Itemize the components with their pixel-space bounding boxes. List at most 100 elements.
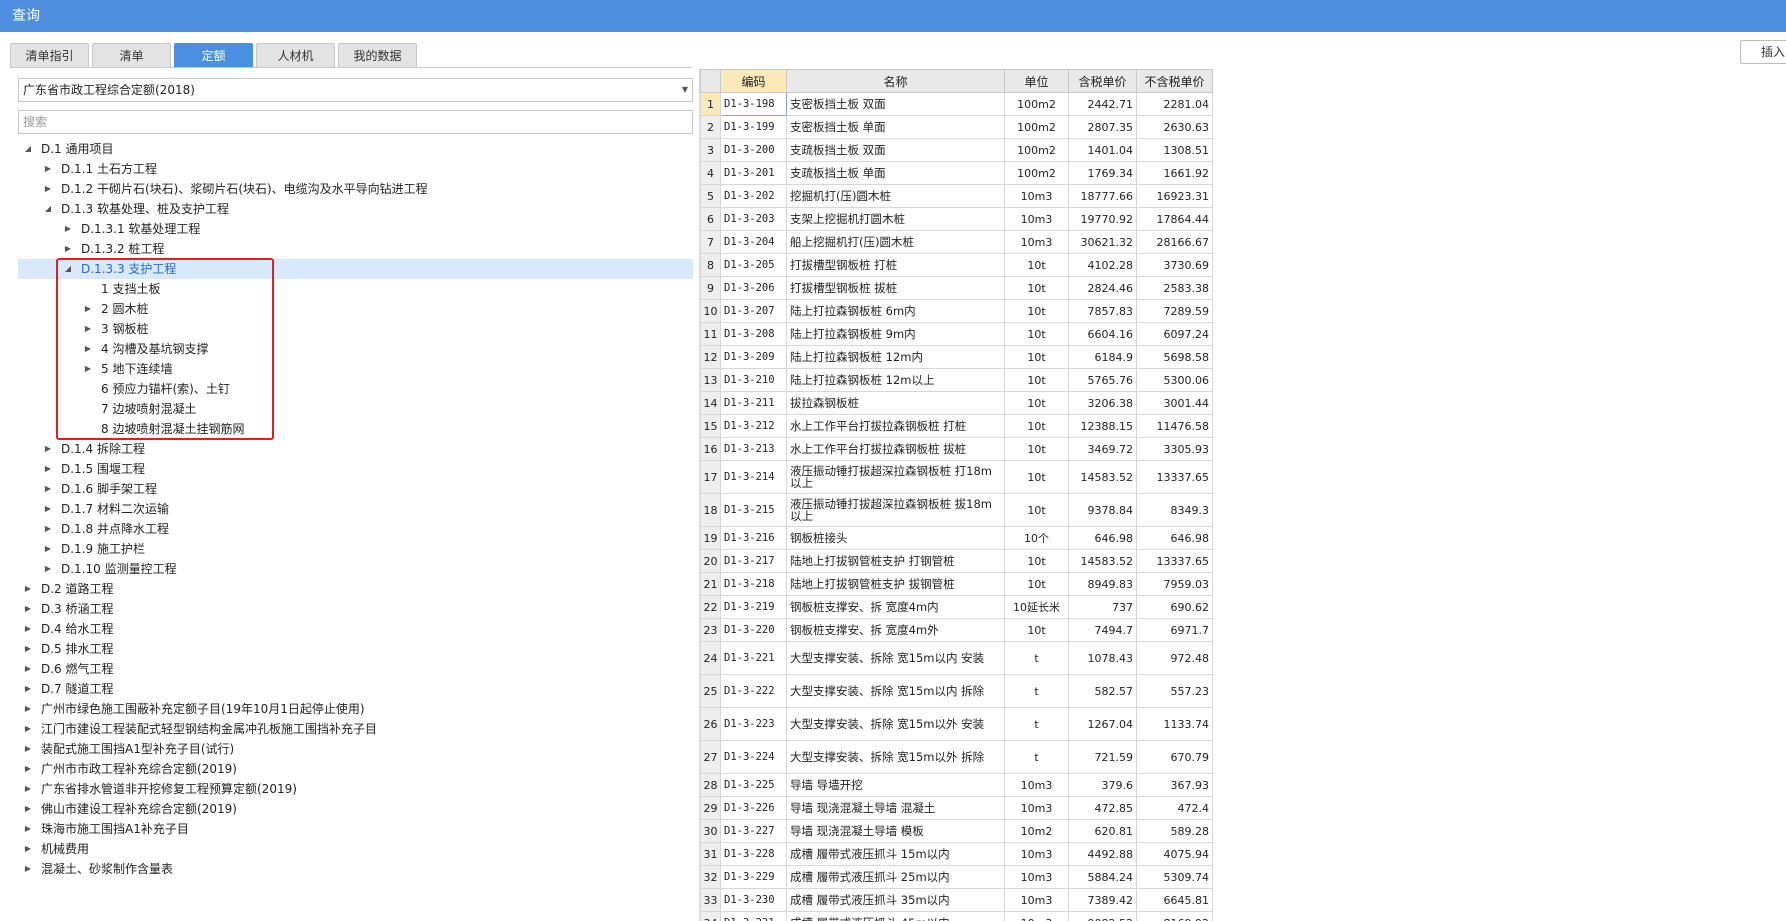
tree-node[interactable]: ▶ D.1.3.1 软基处理工程 bbox=[18, 219, 693, 239]
tree-node[interactable]: ▶ D.1.5 围堰工程 bbox=[18, 459, 693, 479]
name-cell[interactable]: 导墙 导墙开挖 bbox=[786, 773, 1005, 797]
collapsed-arrow-icon[interactable]: ▶ bbox=[82, 319, 94, 339]
expanded-arrow-icon[interactable]: ◢ bbox=[42, 199, 54, 219]
collapsed-arrow-icon[interactable]: ▶ bbox=[22, 679, 34, 699]
table-row[interactable]: 27 D1-3-224 大型支撑安装、拆除 宽15m以外 拆除 t 721.59 670.… bbox=[700, 740, 1213, 774]
unit-cell[interactable]: 10t bbox=[1004, 549, 1069, 573]
collapsed-arrow-icon[interactable]: ▶ bbox=[62, 239, 74, 259]
tree-node[interactable]: ▶ D.7 隧道工程 bbox=[18, 679, 693, 699]
name-cell[interactable]: 钢板桩接头 bbox=[786, 526, 1005, 550]
unit-cell[interactable]: 10个 bbox=[1004, 526, 1069, 550]
unit-cell[interactable]: 100m2 bbox=[1004, 92, 1069, 116]
price-no-tax-cell[interactable]: 3305.93 bbox=[1136, 437, 1213, 461]
price-tax-cell[interactable]: 5884.24 bbox=[1068, 865, 1137, 889]
code-cell[interactable]: D1-3-201 bbox=[720, 161, 787, 185]
column-header-price-tax[interactable]: 含税单价 bbox=[1068, 69, 1137, 93]
price-tax-cell[interactable]: 1267.04 bbox=[1068, 707, 1137, 741]
table-row[interactable]: 15 D1-3-212 水上工作平台打拔拉森钢板桩 打桩 10t 12388.15 114… bbox=[700, 414, 1213, 438]
name-cell[interactable]: 大型支撑安装、拆除 宽15m以内 安装 bbox=[786, 641, 1005, 675]
collapsed-arrow-icon[interactable]: ▶ bbox=[22, 779, 34, 799]
tree-node[interactable]: ▶ 混凝土、砂浆制作含量表 bbox=[18, 859, 693, 879]
tree-node[interactable]: ▶ 广东省排水管道非开挖修复工程预算定额(2019) bbox=[18, 779, 693, 799]
unit-cell[interactable]: 10m3 bbox=[1004, 911, 1069, 921]
price-no-tax-cell[interactable]: 17864.44 bbox=[1136, 207, 1213, 231]
name-cell[interactable]: 船上挖掘机打(压)圆木桩 bbox=[786, 230, 1005, 254]
code-cell[interactable]: D1-3-205 bbox=[720, 253, 787, 277]
price-tax-cell[interactable]: 12388.15 bbox=[1068, 414, 1137, 438]
unit-cell[interactable]: 10m3 bbox=[1004, 888, 1069, 912]
unit-cell[interactable]: 100m2 bbox=[1004, 161, 1069, 185]
unit-cell[interactable]: 10t bbox=[1004, 299, 1069, 323]
table-row[interactable]: 28 D1-3-225 导墙 导墙开挖 10m3 379.6 367.93 bbox=[700, 773, 1213, 797]
price-tax-cell[interactable]: 1769.34 bbox=[1068, 161, 1137, 185]
price-no-tax-cell[interactable]: 690.62 bbox=[1136, 595, 1213, 619]
table-row[interactable]: 22 D1-3-219 钢板桩支撑安、拆 宽度4m内 10延长米 737 690.62 bbox=[700, 595, 1213, 619]
tree-node[interactable]: 6 预应力锚杆(索)、土钉 bbox=[18, 379, 693, 399]
table-row[interactable]: 10 D1-3-207 陆上打拉森钢板桩 6m内 10t 7857.83 7289.59 bbox=[700, 299, 1213, 323]
name-cell[interactable]: 钢板桩支撑安、拆 宽度4m外 bbox=[786, 618, 1005, 642]
tree-node[interactable]: ◢ D.1.3.3 支护工程 bbox=[18, 259, 693, 279]
price-tax-cell[interactable]: 6604.16 bbox=[1068, 322, 1137, 346]
table-row[interactable]: 7 D1-3-204 船上挖掘机打(压)圆木桩 10m3 30621.32 28166.6… bbox=[700, 230, 1213, 254]
code-cell[interactable]: D1-3-199 bbox=[720, 115, 787, 139]
tree-node[interactable]: ▶ D.1.6 脚手架工程 bbox=[18, 479, 693, 499]
price-tax-cell[interactable]: 3206.38 bbox=[1068, 391, 1137, 415]
tree-node[interactable]: ▶ D.1.4 拆除工程 bbox=[18, 439, 693, 459]
price-tax-cell[interactable]: 7389.42 bbox=[1068, 888, 1137, 912]
price-no-tax-cell[interactable]: 1308.51 bbox=[1136, 138, 1213, 162]
price-no-tax-cell[interactable]: 13337.65 bbox=[1136, 460, 1213, 494]
unit-cell[interactable]: 10m3 bbox=[1004, 842, 1069, 866]
collapsed-arrow-icon[interactable]: ▶ bbox=[42, 479, 54, 499]
unit-cell[interactable]: 10m3 bbox=[1004, 184, 1069, 208]
table-row[interactable]: 3 D1-3-200 支疏板挡土板 双面 100m2 1401.04 1308.51 bbox=[700, 138, 1213, 162]
unit-cell[interactable]: 10t bbox=[1004, 322, 1069, 346]
unit-cell[interactable]: 10m3 bbox=[1004, 796, 1069, 820]
code-cell[interactable]: D1-3-203 bbox=[720, 207, 787, 231]
tree-node[interactable]: ▶ 江门市建设工程装配式轻型钢结构金属冲孔板施工围挡补充子目 bbox=[18, 719, 693, 739]
code-cell[interactable]: D1-3-222 bbox=[720, 674, 787, 708]
table-row[interactable]: 34D1-3-231成槽 履带式液压抓斗 45m以内10m39082.52816… bbox=[700, 911, 1213, 921]
table-row[interactable]: 31 D1-3-228 成槽 履带式液压抓斗 15m以内 10m3 4492.88 407… bbox=[700, 842, 1213, 866]
collapsed-arrow-icon[interactable]: ▶ bbox=[22, 839, 34, 859]
collapsed-arrow-icon[interactable]: ▶ bbox=[42, 459, 54, 479]
name-cell[interactable]: 支密板挡土板 单面 bbox=[786, 115, 1005, 139]
unit-cell[interactable]: t bbox=[1004, 707, 1069, 741]
unit-cell[interactable]: t bbox=[1004, 740, 1069, 774]
price-no-tax-cell[interactable]: 2583.38 bbox=[1136, 276, 1213, 300]
name-cell[interactable]: 打拔槽型钢板桩 拔桩 bbox=[786, 276, 1005, 300]
name-cell[interactable]: 拔拉森钢板桩 bbox=[786, 391, 1005, 415]
code-cell[interactable]: D1-3-202 bbox=[720, 184, 787, 208]
table-row[interactable]: 23 D1-3-220 钢板桩支撑安、拆 宽度4m外 10t 7494.7 6971.7 bbox=[700, 618, 1213, 642]
name-cell[interactable]: 大型支撑安装、拆除 宽15m以外 安装 bbox=[786, 707, 1005, 741]
name-cell[interactable]: 导墙 现浇混凝土导墙 混凝土 bbox=[786, 796, 1005, 820]
collapsed-arrow-icon[interactable]: ▶ bbox=[42, 539, 54, 559]
tab-quota[interactable]: 定额 bbox=[174, 43, 253, 68]
table-row[interactable]: 4 D1-3-201 支疏板挡土板 单面 100m2 1769.34 1661.92 bbox=[700, 161, 1213, 185]
tree-node[interactable]: ▶ 装配式施工围挡A1型补充子目(试行) bbox=[18, 739, 693, 759]
name-cell[interactable]: 大型支撑安装、拆除 宽15m以内 拆除 bbox=[786, 674, 1005, 708]
collapsed-arrow-icon[interactable]: ▶ bbox=[82, 339, 94, 359]
table-row[interactable]: 5 D1-3-202 挖掘机打(压)圆木桩 10m3 18777.66 16923.31 bbox=[700, 184, 1213, 208]
collapsed-arrow-icon[interactable]: ▶ bbox=[42, 559, 54, 579]
name-cell[interactable]: 大型支撑安装、拆除 宽15m以外 拆除 bbox=[786, 740, 1005, 774]
tree-node[interactable]: ▶ 佛山市建设工程补充综合定额(2019) bbox=[18, 799, 693, 819]
collapsed-arrow-icon[interactable]: ▶ bbox=[42, 159, 54, 179]
unit-cell[interactable]: t bbox=[1004, 674, 1069, 708]
tree-node[interactable]: ▶ 4 沟槽及基坑钢支撑 bbox=[18, 339, 693, 359]
price-tax-cell[interactable]: 6184.9 bbox=[1068, 345, 1137, 369]
collapsed-arrow-icon[interactable]: ▶ bbox=[22, 619, 34, 639]
price-tax-cell[interactable]: 30621.32 bbox=[1068, 230, 1137, 254]
tree-node[interactable]: ▶ 2 圆木桩 bbox=[18, 299, 693, 319]
price-no-tax-cell[interactable]: 7959.03 bbox=[1136, 572, 1213, 596]
table-row[interactable]: 29 D1-3-226 导墙 现浇混凝土导墙 混凝土 10m3 472.85 472.4 bbox=[700, 796, 1213, 820]
tree-node[interactable]: ◢ D.1.3 软基处理、桩及支护工程 bbox=[18, 199, 693, 219]
column-header-code[interactable]: 编码 bbox=[720, 69, 787, 93]
unit-cell[interactable]: 10m2 bbox=[1004, 819, 1069, 843]
expanded-arrow-icon[interactable]: ◢ bbox=[62, 259, 74, 279]
table-row[interactable]: 32 D1-3-229 成槽 履带式液压抓斗 25m以内 10m3 5884.24 530… bbox=[700, 865, 1213, 889]
name-cell[interactable]: 陆上打拉森钢板桩 6m内 bbox=[786, 299, 1005, 323]
table-row[interactable]: 14 D1-3-211 拔拉森钢板桩 10t 3206.38 3001.44 bbox=[700, 391, 1213, 415]
quota-library-select[interactable]: 广东省市政工程综合定额(2018) ▼ bbox=[18, 78, 693, 102]
code-cell[interactable]: D1-3-210 bbox=[720, 368, 787, 392]
tree-node[interactable]: ▶ D.1.7 材料二次运输 bbox=[18, 499, 693, 519]
